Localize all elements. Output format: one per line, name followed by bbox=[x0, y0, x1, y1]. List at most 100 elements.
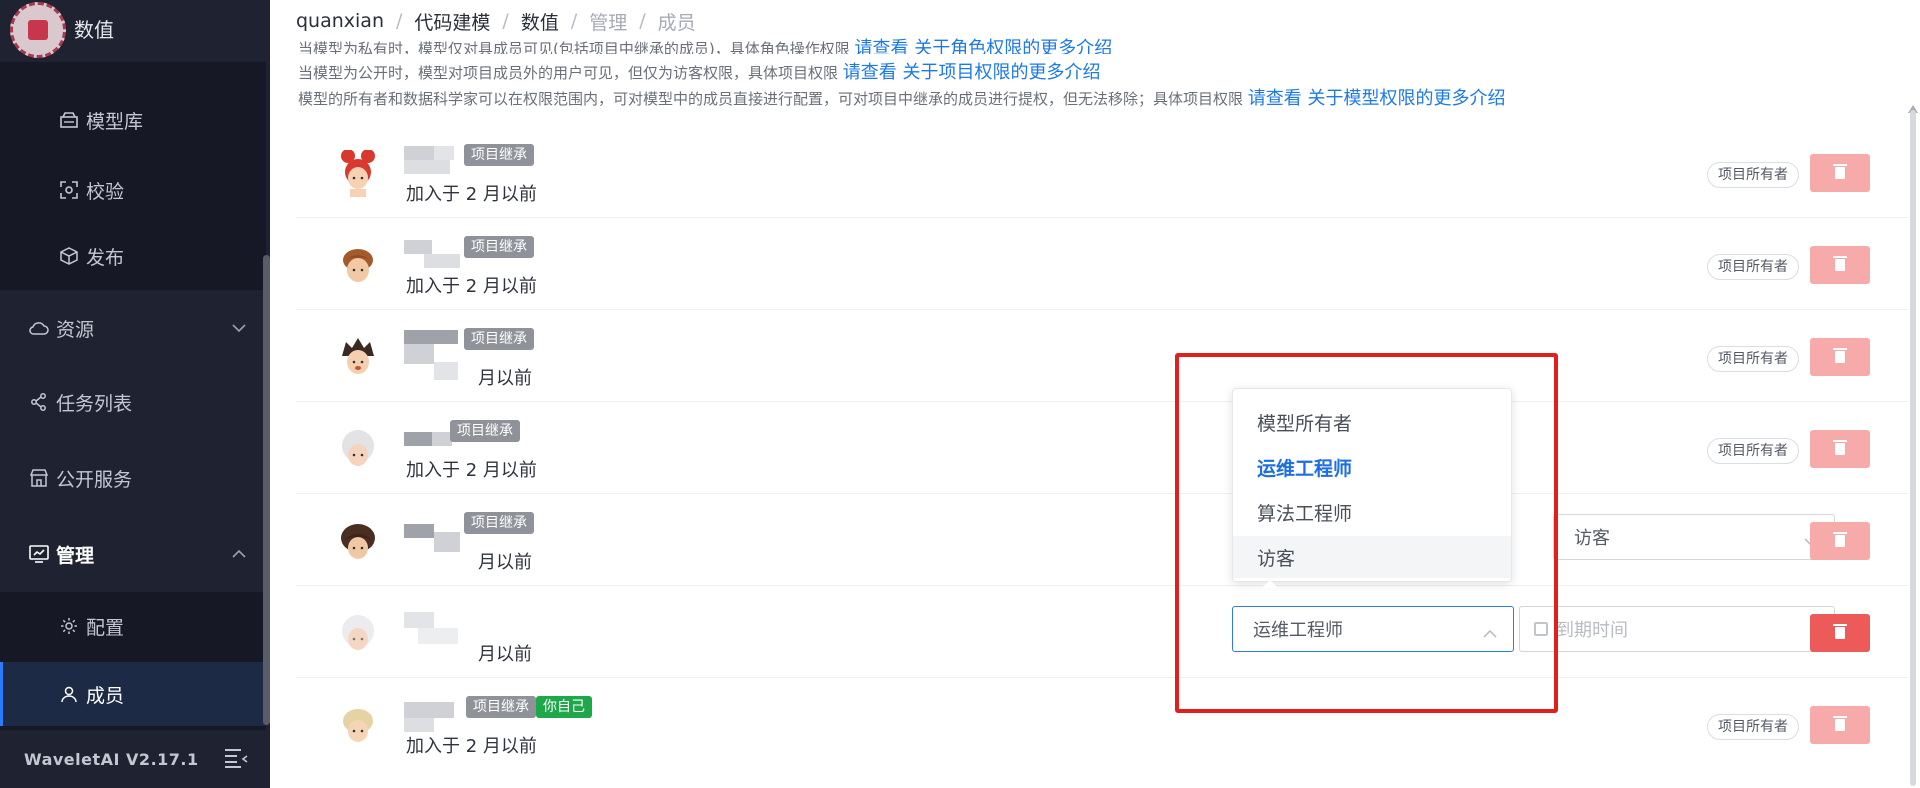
sidebar-scrollbar[interactable] bbox=[263, 255, 270, 725]
delete-member-button[interactable] bbox=[1810, 338, 1870, 376]
member-row: 项目继承 月以前 访客 bbox=[296, 494, 1908, 586]
delete-member-button[interactable] bbox=[1810, 154, 1870, 192]
sidebar-item-label: 校验 bbox=[86, 180, 125, 203]
avatar bbox=[336, 426, 380, 470]
member-row: 项目继承 加入于 2 月以前 项目所有者 bbox=[296, 218, 1908, 310]
inherited-tag: 项目继承 bbox=[464, 512, 534, 534]
sidebar-item-task-list[interactable]: 任务列表 bbox=[0, 372, 266, 432]
role-select[interactable]: 运维工程师 bbox=[1232, 606, 1514, 652]
dropdown-arrow bbox=[1262, 580, 1278, 588]
role-badge: 项目所有者 bbox=[1707, 162, 1799, 188]
role-option-algorithm-engineer[interactable]: 算法工程师 bbox=[1233, 491, 1511, 533]
inherited-tag: 项目继承 bbox=[450, 420, 520, 442]
delete-member-button[interactable] bbox=[1810, 614, 1870, 652]
role-badge: 项目所有者 bbox=[1707, 254, 1799, 280]
inherited-tag: 项目继承 bbox=[466, 696, 536, 718]
trash-icon bbox=[1833, 716, 1847, 731]
role-badge: 项目所有者 bbox=[1707, 714, 1799, 740]
scan-icon bbox=[58, 179, 80, 201]
chevron-up-icon bbox=[232, 546, 246, 562]
cube-icon bbox=[58, 245, 80, 267]
sidebar-item-resource[interactable]: 资源 bbox=[0, 298, 266, 358]
sidebar-item-publish[interactable]: 发布 bbox=[0, 228, 266, 284]
chevron-down-icon bbox=[232, 320, 246, 336]
main-content: quanxian / 代码建模 / 数值 / 管理 / 成员 当模型为私有时，模… bbox=[270, 0, 1920, 788]
sidebar-item-members[interactable]: 成员 bbox=[0, 662, 266, 726]
sidebar-item-label: 模型库 bbox=[86, 110, 144, 133]
delete-member-button[interactable] bbox=[1810, 430, 1870, 468]
store-icon bbox=[28, 467, 50, 489]
role-dropdown-menu: 模型所有者 运维工程师 算法工程师 访客 bbox=[1232, 388, 1512, 582]
sidebar-item-label: 资源 bbox=[56, 318, 95, 341]
breadcrumb-item[interactable]: 数值 bbox=[521, 8, 559, 35]
joined-time: 加入于 2 月以前 bbox=[406, 460, 537, 481]
joined-time: 加入于 2 月以前 bbox=[406, 736, 537, 757]
avatar bbox=[336, 242, 380, 286]
expire-date-input[interactable]: 到期时间 bbox=[1519, 606, 1835, 652]
avatar bbox=[336, 334, 380, 378]
sidebar-item-label: 成员 bbox=[86, 684, 125, 707]
role-option-ops-engineer[interactable]: 运维工程师 bbox=[1233, 446, 1511, 488]
self-tag: 你自己 bbox=[536, 696, 592, 718]
trash-icon bbox=[1833, 348, 1847, 363]
breadcrumb-item[interactable]: 代码建模 bbox=[414, 8, 490, 35]
sidebar-item-public-service[interactable]: 公开服务 bbox=[0, 448, 266, 508]
model-permission-link[interactable]: 请查看 关于模型权限的更多介绍 bbox=[1248, 88, 1506, 109]
sidebar-item-config[interactable]: 配置 bbox=[0, 598, 266, 654]
sidebar-item-label: 公开服务 bbox=[56, 468, 133, 491]
redacted-name bbox=[404, 322, 462, 388]
management-icon bbox=[28, 543, 50, 565]
trash-icon bbox=[1833, 532, 1847, 547]
sidebar-footer: WaveletAI V2.17.1 bbox=[0, 730, 270, 788]
member-row: 项目继承 你自己 加入于 2 月以前 项目所有者 bbox=[296, 678, 1908, 770]
redacted-name bbox=[404, 598, 462, 664]
redacted-name bbox=[404, 506, 462, 572]
avatar bbox=[336, 610, 380, 654]
sidebar-item-label: 任务列表 bbox=[56, 392, 133, 415]
sidebar-item-label: 发布 bbox=[86, 246, 125, 269]
sidebar-item-management[interactable]: 管理 bbox=[0, 524, 266, 584]
trash-icon bbox=[1833, 440, 1847, 455]
breadcrumb-item[interactable]: 管理 bbox=[589, 8, 627, 35]
info-private-model: 当模型为私有时，模型仅对具成员可见(包括项目中继承的成员)，具体角色操作权限 请… bbox=[298, 34, 1112, 54]
project-permission-link[interactable]: 请查看 关于项目权限的更多介绍 bbox=[843, 62, 1101, 83]
joined-time: 月以前 bbox=[478, 368, 532, 389]
member-row: 项目继承 月以前 项目所有者 bbox=[296, 310, 1908, 402]
inherited-tag: 项目继承 bbox=[464, 144, 534, 166]
role-option-visitor[interactable]: 访客 bbox=[1233, 536, 1511, 578]
app-root: 模型库 校验 发布 资源 任务列表 公开服务 管理 配置 成员 数值 Wavel… bbox=[0, 0, 1920, 788]
joined-time: 月以前 bbox=[478, 644, 532, 665]
info-model-owner: 模型的所有者和数据科学家可以在权限范围内，可对模型中的成员直接进行配置，可对项目… bbox=[298, 88, 1506, 109]
delete-member-button[interactable] bbox=[1810, 522, 1870, 560]
avatar bbox=[336, 149, 380, 197]
sidebar: 模型库 校验 发布 资源 任务列表 公开服务 管理 配置 成员 数值 Wavel… bbox=[0, 0, 270, 788]
main-scrollbar[interactable] bbox=[1910, 110, 1916, 786]
delete-member-button[interactable] bbox=[1810, 706, 1870, 744]
trash-icon bbox=[1833, 164, 1847, 179]
role-option-model-owner[interactable]: 模型所有者 bbox=[1233, 401, 1511, 443]
app-logo-icon bbox=[10, 2, 66, 58]
info-public-model: 当模型为公开时，模型对项目成员外的用户可见，但仅为访客权限，具体项目权限 请查看… bbox=[298, 62, 1101, 83]
collapse-menu-icon[interactable] bbox=[224, 748, 248, 768]
app-title: 数值 bbox=[74, 18, 114, 42]
app-version: WaveletAI V2.17.1 bbox=[24, 749, 199, 769]
avatar bbox=[336, 702, 380, 746]
breadcrumb-current: 成员 bbox=[657, 11, 696, 34]
joined-time: 加入于 2 月以前 bbox=[406, 184, 537, 205]
sidebar-item-label: 配置 bbox=[86, 616, 125, 639]
sidebar-item-verify[interactable]: 校验 bbox=[0, 162, 266, 218]
delete-member-button[interactable] bbox=[1810, 246, 1870, 284]
role-badge: 项目所有者 bbox=[1707, 438, 1799, 464]
breadcrumb: quanxian / 代码建模 / 数值 / 管理 / 成员 bbox=[296, 6, 696, 36]
member-row: 项目继承 加入于 2 月以前 项目所有者 bbox=[296, 402, 1908, 494]
role-permission-link[interactable]: 请查看 关于角色权限的更多介绍 bbox=[855, 38, 1113, 54]
role-select[interactable]: 访客 bbox=[1553, 514, 1835, 560]
sidebar-item-model-library[interactable]: 模型库 bbox=[0, 92, 266, 148]
breadcrumb-item[interactable]: quanxian bbox=[296, 10, 384, 32]
cloud-icon bbox=[28, 317, 50, 339]
avatar bbox=[336, 518, 380, 562]
sidebar-item-label: 管理 bbox=[56, 544, 95, 567]
sidebar-header: 数值 bbox=[0, 0, 270, 62]
share-nodes-icon bbox=[28, 391, 50, 413]
scroll-up-icon[interactable] bbox=[1908, 98, 1918, 113]
